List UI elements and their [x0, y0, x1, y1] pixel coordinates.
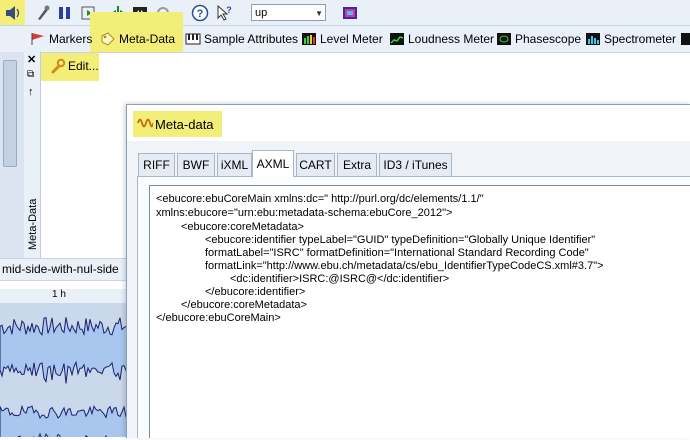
tab-loudness-meter-label: Loudness Meter — [408, 32, 495, 46]
pause-icon[interactable] — [56, 4, 74, 22]
ruler-label: 1 h — [52, 289, 66, 300]
svg-text:?: ? — [197, 8, 204, 20]
tab-sample-attributes[interactable]: Sample Attributes — [185, 30, 298, 48]
close-icon[interactable]: ✕ — [27, 53, 36, 66]
play-mode-select[interactable]: up ▼ — [251, 4, 326, 21]
mute-icon[interactable] — [34, 4, 52, 22]
tab-markers[interactable]: Markers — [30, 30, 92, 48]
tab-cart[interactable]: CART — [296, 153, 335, 176]
tag-icon — [100, 32, 116, 46]
waveform-view[interactable] — [0, 303, 129, 440]
tab-meta-data-label: Meta-Data — [119, 32, 176, 46]
tab-bwf[interactable]: BWF — [177, 153, 215, 176]
spectrum-icon[interactable] — [341, 4, 359, 22]
play-mode-value: up — [255, 7, 268, 19]
tab-riff[interactable]: RIFF — [138, 153, 175, 176]
dock-vertical-title: Meta-Data — [27, 198, 39, 250]
waveform-app-icon — [137, 116, 154, 133]
wrench-icon — [50, 58, 66, 77]
dialog-title: Meta-data — [155, 117, 214, 132]
tab-meta-data[interactable]: Meta-Data — [100, 30, 175, 48]
float-window-icon[interactable]: ⧉ — [27, 69, 34, 80]
time-ruler: 1 h — [0, 289, 128, 303]
phasescope-icon — [496, 32, 512, 46]
tab-spectrometer-label: Spectrometer — [604, 32, 677, 46]
xml-line: <ebucore:ebuCoreMain xmlns:dc=" http://p… — [156, 193, 484, 205]
xml-line: formatLabel="ISRC" formatDefinition="Int… — [205, 247, 589, 259]
help-icon[interactable]: ? — [191, 4, 209, 22]
svg-text:?: ? — [226, 5, 232, 15]
loudness-meter-icon — [389, 32, 405, 46]
tab-markers-label: Markers — [49, 32, 93, 46]
tab-sample-attributes-label: Sample Attributes — [204, 32, 299, 46]
piano-keys-icon — [185, 32, 201, 46]
tab-ixml[interactable]: iXML — [217, 153, 252, 176]
xml-line: </ebucore:coreMetadata> — [181, 299, 307, 311]
xml-line: formatLink="http://www.ebu.ch/metadata/c… — [205, 260, 604, 272]
file-tab[interactable]: mid-side-with-nul-side — [0, 258, 130, 281]
tab-axml[interactable]: AXML — [252, 150, 294, 177]
speaker-icon[interactable] — [4, 4, 22, 22]
xml-line: <ebucore:coreMetadata> — [181, 221, 304, 233]
marker-flag-icon — [30, 32, 46, 46]
pin-up-icon[interactable]: ↑ — [28, 86, 34, 98]
xml-line: <ebucore:identifier typeLabel="GUID" typ… — [205, 234, 596, 246]
tab-level-meter[interactable]: Level Meter — [301, 30, 383, 48]
xml-line: </ebucore:identifier> — [205, 286, 306, 298]
xml-line: xmlns:ebucore="urn:ebu:metadata-schema:e… — [156, 207, 453, 219]
level-meter-icon — [301, 32, 317, 46]
tab-phasescope[interactable]: Phasescope — [496, 30, 581, 48]
chevron-down-icon[interactable]: ▼ — [315, 5, 323, 22]
tab-extra[interactable]: Extra — [337, 153, 377, 176]
whats-this-icon[interactable]: ? — [215, 4, 233, 22]
tab-overflow[interactable] — [680, 30, 690, 48]
waveform-graphic — [0, 316, 129, 440]
tab-id3-itunes[interactable]: ID3 / iTunes — [379, 153, 452, 176]
spectrometer-icon — [585, 32, 601, 46]
xml-line: <dc:identifier>ISRC:@ISRC@</dc:identifie… — [230, 273, 450, 285]
edit-button[interactable]: Edit... — [68, 59, 99, 73]
file-name-label: mid-side-with-nul-side — [2, 262, 119, 276]
tab-phasescope-label: Phasescope — [515, 32, 582, 46]
xml-line: </ebucore:ebuCoreMain> — [156, 312, 281, 324]
vertical-scrollbar-thumb[interactable] — [3, 60, 17, 167]
axml-text-editor[interactable]: <ebucore:ebuCoreMain xmlns:dc=" http://p… — [149, 185, 690, 438]
tab-loudness-meter[interactable]: Loudness Meter — [389, 30, 494, 48]
waveform-channel — [0, 316, 129, 384]
more-tools-icon — [680, 32, 690, 46]
tab-level-meter-label: Level Meter — [320, 32, 383, 46]
waveform-channel — [0, 404, 129, 440]
tab-spectrometer[interactable]: Spectrometer — [585, 30, 676, 48]
